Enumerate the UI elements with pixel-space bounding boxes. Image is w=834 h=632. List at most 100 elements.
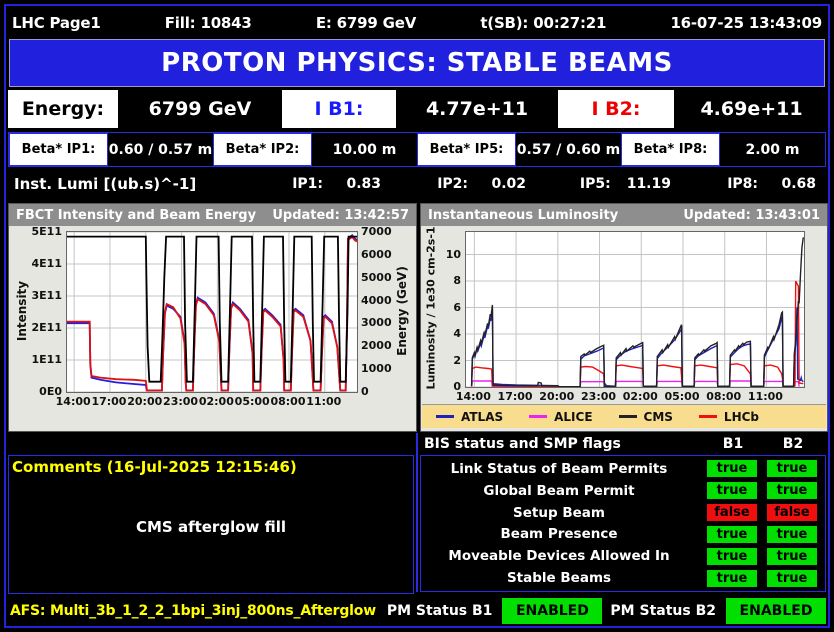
section-divider	[416, 433, 418, 592]
pm-status-b1-value: ENABLED	[502, 598, 603, 624]
status-chip-b2: true	[767, 460, 817, 478]
inst-lumi-label: Inst. Lumi [(ub.s)^-1]	[14, 175, 197, 193]
lumi-chart-legend: ATLAS ALICE CMS LHCb	[422, 404, 826, 428]
bis-row-global-permit: Global Beam Permit true true	[421, 482, 825, 500]
fbct-chart-plot-area: Intensity Energy (GeV) 14:00 17:00 20:00 23…	[15, 225, 409, 408]
beta-ip8-label: Beta* IP8:	[621, 133, 720, 166]
beta-ip8-value: 2.00 m	[745, 141, 800, 158]
legend-label-alice: ALICE	[554, 409, 593, 424]
beta-star-row: Beta* IP1: 0.60 / 0.57 m Beta* IP2: 10.0…	[8, 132, 826, 167]
bis-row-moveable-devices: Moveable Devices Allowed In true true	[421, 547, 825, 565]
beta-ip2-label: Beta* IP2:	[213, 133, 312, 166]
lumi-ip5-label: IP5:	[579, 176, 611, 192]
beta-ip5-value: 0.57 / 0.60 m	[516, 141, 621, 158]
afs-filling-scheme: AFS: Multi_3b_1_2_2_1bpi_3inj_800ns_Afte…	[10, 603, 376, 619]
lumi-chart-updated: Updated: 13:43:01	[683, 207, 820, 223]
comments-box: Comments (16-Jul-2025 12:15:46) CMS afte…	[8, 455, 414, 594]
legend-label-lhcb: LHCb	[723, 409, 760, 424]
bis-title: BIS status and SMP flags	[424, 435, 621, 452]
lumi-ip1-label: IP1:	[292, 176, 323, 192]
status-chip-b1: true	[707, 547, 757, 565]
status-chip-b2: false	[767, 504, 817, 522]
comments-body: CMS afterglow fill	[135, 518, 286, 536]
page-title-text: PROTON PHYSICS: STABLE BEAMS	[161, 48, 673, 78]
legend-label-atlas: ATLAS	[461, 409, 504, 424]
datetime: 16-07-25 13:43:09	[670, 13, 822, 32]
lumi-ip1: IP1: 0.83	[246, 176, 391, 192]
fbct-chart-titlebar: FBCT Intensity and Beam Energy Updated: …	[9, 204, 416, 226]
header-bar: LHC Page1 Fill: 10843 E: 6799 GeV t(SB):…	[12, 9, 822, 36]
bis-row-label: Beam Presence	[500, 526, 618, 543]
beta-ip2-value: 10.00 m	[332, 141, 397, 158]
time-in-stable-beams: t(SB): 00:27:21	[480, 13, 607, 32]
atlas-line-swatch	[436, 415, 454, 418]
fill-number: Fill: 10843	[164, 13, 252, 32]
bis-col-b2: B2	[782, 435, 804, 452]
fbct-yaxis-right-title: Energy (GeV)	[395, 266, 409, 356]
status-chip-b2: true	[767, 525, 817, 543]
legend-item-alice: ALICE	[529, 409, 593, 424]
intensity-b2-value: 4.69e+11	[677, 90, 826, 128]
lumi-ip8-value: 0.68	[781, 176, 816, 192]
pm-status-b1-label: PM Status B1	[386, 603, 493, 619]
bis-row-label: Global Beam Permit	[483, 482, 635, 499]
comments-title: Comments (16-Jul-2025 12:15:46)	[12, 458, 297, 476]
fbct-chart-title: FBCT Intensity and Beam Energy	[16, 207, 257, 223]
pm-status-b2-label: PM Status B2	[610, 603, 716, 619]
bis-row-label: Link Status of Beam Permits	[450, 460, 668, 477]
cms-line-swatch	[618, 415, 637, 418]
luminosity-chart-panel: Instantaneous Luminosity Updated: 13:43:…	[420, 203, 828, 432]
beam-energy-header: E: 6799 GeV	[315, 13, 417, 32]
status-chip-b2: true	[767, 569, 817, 587]
energy-value: 6799 GeV	[121, 90, 279, 128]
pm-status-b2-value: ENABLED	[726, 598, 826, 624]
beta-ip1-value: 0.60 / 0.57 m	[108, 141, 213, 158]
lhcb-line-swatch	[698, 415, 717, 418]
bis-row-label: Moveable Devices Allowed In	[448, 548, 670, 565]
energy-intensity-row: Energy: 6799 GeV I B1: 4.77e+11 I B2: 4.…	[8, 90, 826, 128]
lumi-chart-titlebar: Instantaneous Luminosity Updated: 13:43:…	[421, 204, 827, 226]
app-title: LHC Page1	[12, 13, 101, 32]
status-chip-b1: false	[707, 504, 757, 522]
status-chip-b1: true	[707, 460, 757, 478]
bis-row-setup-beam: Setup Beam false false	[421, 504, 825, 522]
status-chip-b2: true	[767, 482, 817, 500]
lumi-chart-title: Instantaneous Luminosity	[428, 207, 619, 223]
legend-label-cms: CMS	[643, 409, 673, 424]
lumi-ip2: IP2: 0.02	[391, 176, 536, 192]
status-chip-b1: true	[707, 482, 757, 500]
bis-col-b1: B1	[722, 435, 744, 452]
lumi-ip8-label: IP8:	[727, 176, 758, 192]
beta-ip1-label: Beta* IP1:	[9, 133, 108, 166]
bis-header: BIS status and SMP flags B1 B2	[420, 433, 826, 454]
intensity-b1-value: 4.77e+11	[399, 90, 555, 128]
lumi-ip8: IP8: 0.68	[681, 176, 826, 192]
bis-row-link-status: Link Status of Beam Permits true true	[421, 460, 825, 478]
lhc-page1-screen: LHC Page1 Fill: 10843 E: 6799 GeV t(SB):…	[0, 0, 834, 632]
energy-label: Energy:	[8, 90, 118, 128]
lumi-ip5: IP5: 11.19	[536, 176, 681, 192]
bis-row-beam-presence: Beam Presence true true	[421, 525, 825, 543]
bis-row-label: Stable Beams	[506, 570, 612, 587]
legend-item-cms: CMS	[618, 409, 673, 424]
bis-row-label: Setup Beam	[513, 504, 605, 521]
lumi-ip1-value: 0.83	[346, 176, 381, 192]
fbct-intensity-chart-panel: FBCT Intensity and Beam Energy Updated: …	[8, 203, 417, 432]
status-chip-b1: true	[707, 525, 757, 543]
footer-bar: AFS: Multi_3b_1_2_2_1bpi_3inj_800ns_Afte…	[10, 597, 826, 625]
lumi-ip2-label: IP2:	[437, 176, 468, 192]
page-title: PROTON PHYSICS: STABLE BEAMS	[9, 39, 825, 87]
legend-item-lhcb: LHCb	[698, 409, 760, 424]
alice-line-swatch	[529, 415, 548, 418]
legend-item-atlas: ATLAS	[436, 410, 503, 424]
beta-ip5-label: Beta* IP5:	[417, 133, 516, 166]
intensity-b2-label: I B2:	[558, 90, 674, 128]
fbct-chart-updated: Updated: 13:42:57	[272, 207, 409, 223]
status-chip-b1: true	[707, 569, 757, 587]
lumi-chart-plot-area: Luminosity / 1e30 cm-2s-1 ATLAS ALICE CM…	[421, 226, 827, 429]
inst-lumi-row: Inst. Lumi [(ub.s)^-1] IP1: 0.83 IP2: 0.…	[8, 169, 826, 199]
lumi-ip5-value: 11.19	[626, 176, 671, 192]
bis-row-stable-beams: Stable Beams true true	[421, 569, 825, 587]
intensity-b1-label: I B1:	[282, 90, 396, 128]
bis-status-box: Link Status of Beam Permits true true Gl…	[420, 455, 826, 592]
